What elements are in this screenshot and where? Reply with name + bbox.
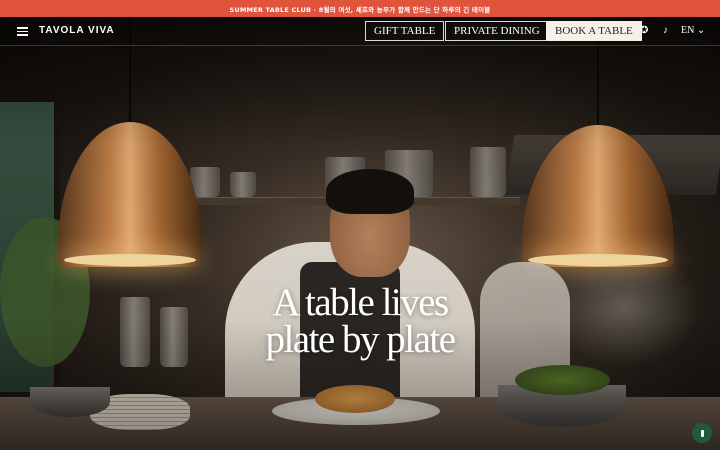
promo-banner[interactable]: SUMMER TABLE CLUB · 8월의 여섯, 셰프와 농부가 함께 만… [0,0,720,17]
top-nav: TAVOLA VIVA GIFT TABLE PRIVATE DINING BO… [0,17,720,46]
private-dining-button[interactable]: PRIVATE DINING [445,21,549,41]
chat-icon [700,429,704,437]
brand-logo[interactable]: TAVOLA VIVA [39,25,115,36]
headline-line-1: A table lives [272,281,449,324]
language-selector[interactable]: EN ⌄ [681,25,705,36]
hero-overlay [0,17,720,450]
chat-button[interactable] [692,423,712,443]
gift-table-button[interactable]: GIFT TABLE [365,21,445,41]
book-table-button[interactable]: BOOK A TABLE [546,21,642,41]
hero-image [0,17,720,450]
globe-icon[interactable]: ✪ [640,25,648,36]
headline-line-2: plate by plate [265,318,456,361]
music-icon[interactable]: ♪ [663,25,668,36]
menu-icon[interactable] [17,27,28,36]
hero-headline: A table lives plate by plate [210,281,510,361]
promo-text: SUMMER TABLE CLUB · 8월의 여섯, 셰프와 농부가 함께 만… [229,5,491,14]
